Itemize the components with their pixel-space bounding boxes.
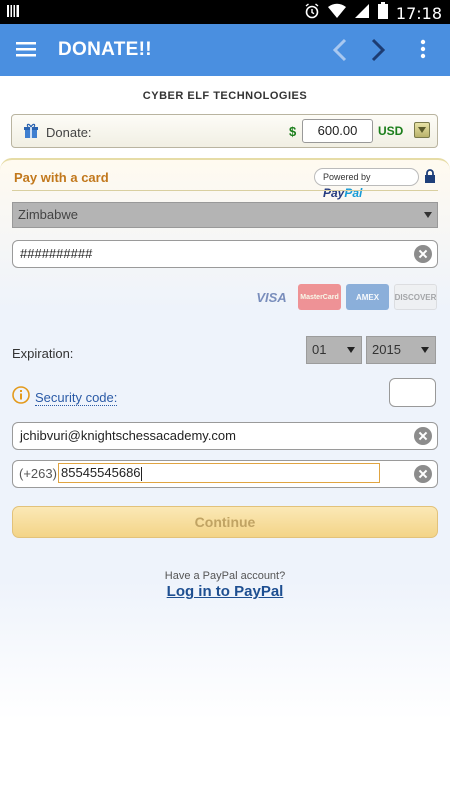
currency-symbol: $ <box>289 124 297 139</box>
menu-icon[interactable] <box>16 41 36 62</box>
info-icon[interactable] <box>12 386 30 409</box>
forward-arrow-icon[interactable] <box>370 38 386 67</box>
clear-icon[interactable] <box>414 245 432 263</box>
email-field[interactable]: jchibvuri@knightschessacademy.com <box>12 422 438 450</box>
heading-divider <box>12 190 438 191</box>
status-bar: 17:18 <box>0 0 450 24</box>
currency-dropdown-button[interactable] <box>414 122 430 138</box>
battery-icon <box>377 2 388 24</box>
card-number-value: ########## <box>20 246 93 261</box>
paypal-logo-pay: Pay <box>323 186 345 200</box>
country-value: Zimbabwe <box>18 207 78 222</box>
clear-icon[interactable] <box>414 427 432 445</box>
continue-button[interactable]: Continue <box>12 506 438 538</box>
donate-label: Donate: <box>46 125 92 140</box>
country-select[interactable]: Zimbabwe <box>12 202 438 228</box>
dropdown-arrow-icon <box>424 212 432 218</box>
app-bar: DONATE!! <box>0 24 450 76</box>
currency-code: USD <box>378 124 404 138</box>
paypal-checkout: CYBER ELF TECHNOLOGIES Donate: $ 600.00 … <box>0 76 450 800</box>
phone-country-code: (+263) <box>19 466 57 481</box>
notification-icon <box>6 4 20 23</box>
expiration-month-select[interactable]: 01 <box>306 336 362 364</box>
text-cursor <box>140 466 142 481</box>
phone-number-value: 85545545686 <box>61 465 141 480</box>
overflow-menu-icon[interactable] <box>420 39 426 64</box>
status-time: 17:18 <box>395 3 442 23</box>
login-to-paypal-link[interactable]: Log in to PayPal <box>0 583 450 600</box>
amex-logo: AMEX <box>346 284 389 310</box>
card-number-field[interactable]: ########## <box>12 240 438 268</box>
exp-year-value: 2015 <box>372 342 401 357</box>
dropdown-arrow-icon <box>347 347 355 353</box>
expiration-label: Expiration: <box>12 346 74 361</box>
merchant-name: CYBER ELF TECHNOLOGIES <box>142 90 308 102</box>
have-paypal-account-text: Have a PayPal account? <box>164 570 286 582</box>
phone-field[interactable]: (+263) 85545545686 <box>12 460 438 488</box>
exp-month-value: 01 <box>312 342 327 357</box>
donation-summary: Donate: $ 600.00 USD <box>11 114 438 148</box>
security-code-input[interactable] <box>389 378 436 407</box>
expiration-year-select[interactable]: 2015 <box>366 336 436 364</box>
powered-by-text: Powered by <box>323 172 371 182</box>
gift-icon <box>24 123 38 144</box>
back-arrow-icon[interactable] <box>332 38 348 67</box>
discover-logo: DISCOVER <box>394 284 437 310</box>
wifi-icon <box>327 3 346 24</box>
clear-icon[interactable] <box>414 465 432 483</box>
security-code-label[interactable]: Security code: <box>35 390 118 406</box>
phone-number-input[interactable]: 85545545686 <box>58 463 380 483</box>
dropdown-arrow-icon <box>421 347 429 353</box>
alarm-icon <box>304 2 320 24</box>
lock-icon <box>424 169 436 188</box>
card-payment-panel: Pay with a card Powered by PayPal Zimbab… <box>0 158 450 800</box>
accepted-cards: VISA MasterCard AMEX DISCOVER <box>250 284 437 310</box>
pay-with-card-heading: Pay with a card <box>14 170 109 185</box>
visa-logo: VISA <box>256 289 287 305</box>
paypal-logo-pal: Pal <box>344 186 363 200</box>
powered-by-paypal-badge: Powered by PayPal <box>314 168 419 200</box>
signal-icon <box>354 3 370 24</box>
email-value: jchibvuri@knightschessacademy.com <box>20 428 236 443</box>
mastercard-logo: MasterCard <box>298 284 341 310</box>
amount-input[interactable]: 600.00 <box>302 119 373 143</box>
app-title: DONATE!! <box>58 39 152 60</box>
